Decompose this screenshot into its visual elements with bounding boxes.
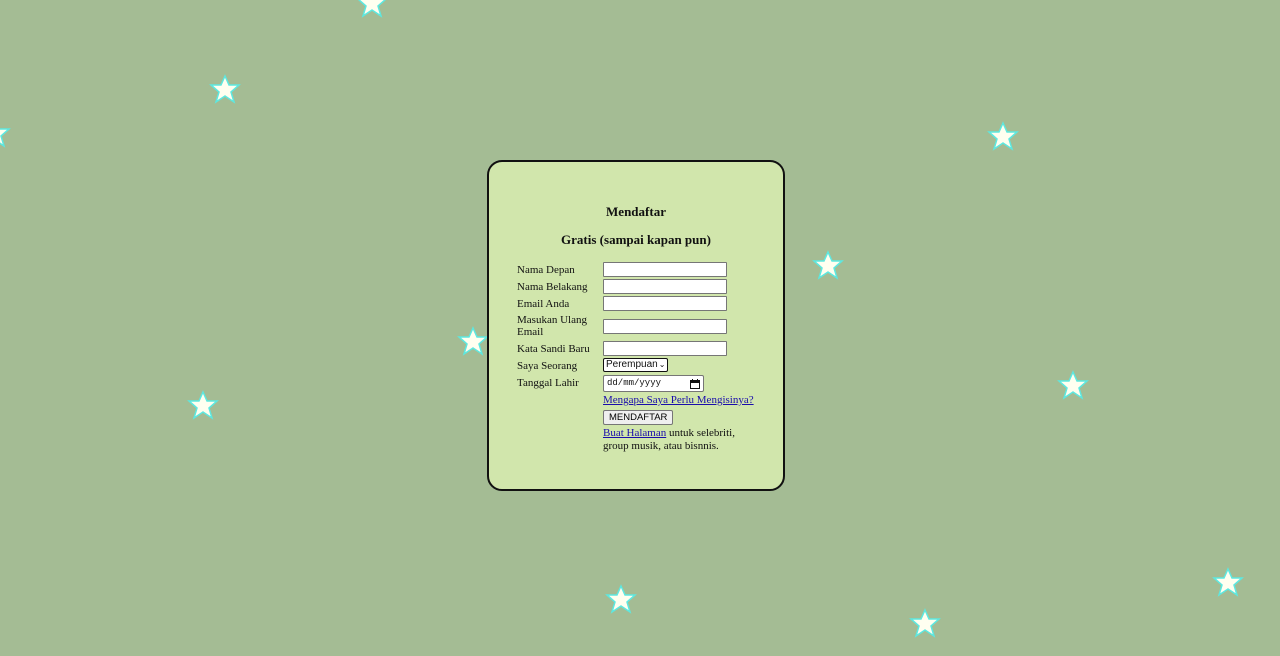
first-name-input[interactable] — [603, 262, 727, 277]
password-input[interactable] — [603, 341, 727, 356]
star-icon — [1211, 567, 1245, 597]
gender-select-value: Perempuan — [606, 359, 658, 370]
form-subtitle: Gratis (sampai kapan pun) — [561, 232, 711, 247]
create-page-link[interactable]: Buat Halaman — [603, 427, 666, 439]
first-name-label: Nama Depan — [517, 264, 575, 276]
last-name-input[interactable] — [603, 279, 727, 294]
star-icon — [1056, 370, 1090, 400]
birthdate-placeholder: dd/mm/yyyy — [607, 378, 662, 388]
email-input[interactable] — [603, 296, 727, 311]
star-icon — [0, 118, 12, 148]
gender-select[interactable]: Perempuan ⌄ — [603, 358, 669, 372]
star-icon — [355, 0, 389, 18]
password-label: Kata Sandi Baru — [517, 343, 590, 355]
birthdate-input[interactable]: dd/mm/yyyy — [603, 375, 704, 392]
email-confirm-input[interactable] — [603, 319, 727, 334]
last-name-label: Nama Belakang — [517, 281, 588, 293]
star-icon — [908, 608, 942, 638]
gender-label: Saya Seorang — [517, 360, 578, 372]
star-icon — [986, 121, 1020, 151]
calendar-icon[interactable] — [690, 378, 700, 389]
chevron-down-icon: ⌄ — [658, 360, 666, 369]
signup-button[interactable]: MENDAFTAR — [603, 410, 674, 425]
signup-card: Mendaftar Gratis (sampai kapan pun) Nama… — [487, 160, 785, 491]
create-page-note: Buat Halaman untuk selebriti, group musi… — [603, 427, 753, 452]
email-confirm-label: Masukan Ulang Email — [517, 314, 587, 338]
birthdate-label: Tanggal Lahir — [517, 377, 579, 389]
star-icon — [456, 326, 490, 356]
star-icon — [811, 250, 845, 280]
star-icon — [186, 390, 220, 420]
why-fill-link[interactable]: Mengapa Saya Perlu Mengisinya? — [603, 394, 754, 406]
star-icon — [604, 584, 638, 614]
star-icon — [208, 74, 242, 104]
form-title: Mendaftar — [606, 204, 666, 219]
email-label: Email Anda — [517, 298, 570, 310]
